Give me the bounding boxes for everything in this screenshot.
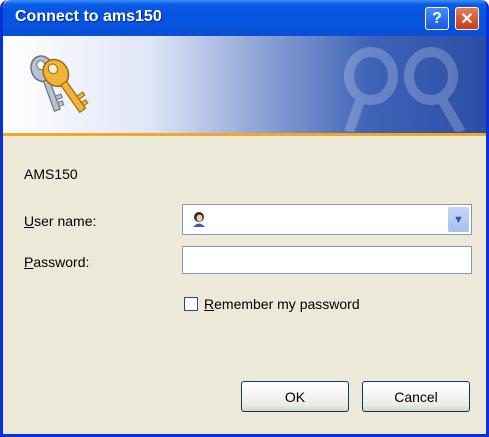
window-title: Connect to ams150 <box>15 8 162 25</box>
remember-password-row[interactable]: Remember my password <box>184 296 360 312</box>
close-button[interactable]: ✕ <box>455 7 479 30</box>
password-label: Password: <box>24 254 90 270</box>
user-icon <box>193 212 205 227</box>
close-icon: ✕ <box>460 10 474 28</box>
username-label: User name: <box>24 213 97 229</box>
cancel-button[interactable]: Cancel <box>362 381 470 412</box>
connect-dialog-window: Connect to ams150 ? ✕ AMS150 User name: … <box>0 0 489 437</box>
header-banner <box>3 36 486 136</box>
remember-password-checkbox[interactable] <box>184 297 198 311</box>
keys-icon <box>30 55 89 114</box>
title-bar[interactable]: Connect to ams150 ? ✕ <box>3 0 486 36</box>
remember-password-label: Remember my password <box>204 296 360 312</box>
username-combobox[interactable]: ▼ <box>182 204 472 235</box>
help-icon: ? <box>432 9 442 27</box>
chevron-down-icon[interactable]: ▼ <box>448 207 469 232</box>
watermark-keys-icon <box>344 47 466 132</box>
server-name-label: AMS150 <box>24 166 78 182</box>
ok-button[interactable]: OK <box>241 381 349 412</box>
password-field[interactable] <box>182 246 472 274</box>
dialog-body: AMS150 User name: ▼ Password: Remember m… <box>3 136 486 434</box>
help-button[interactable]: ? <box>425 7 449 30</box>
